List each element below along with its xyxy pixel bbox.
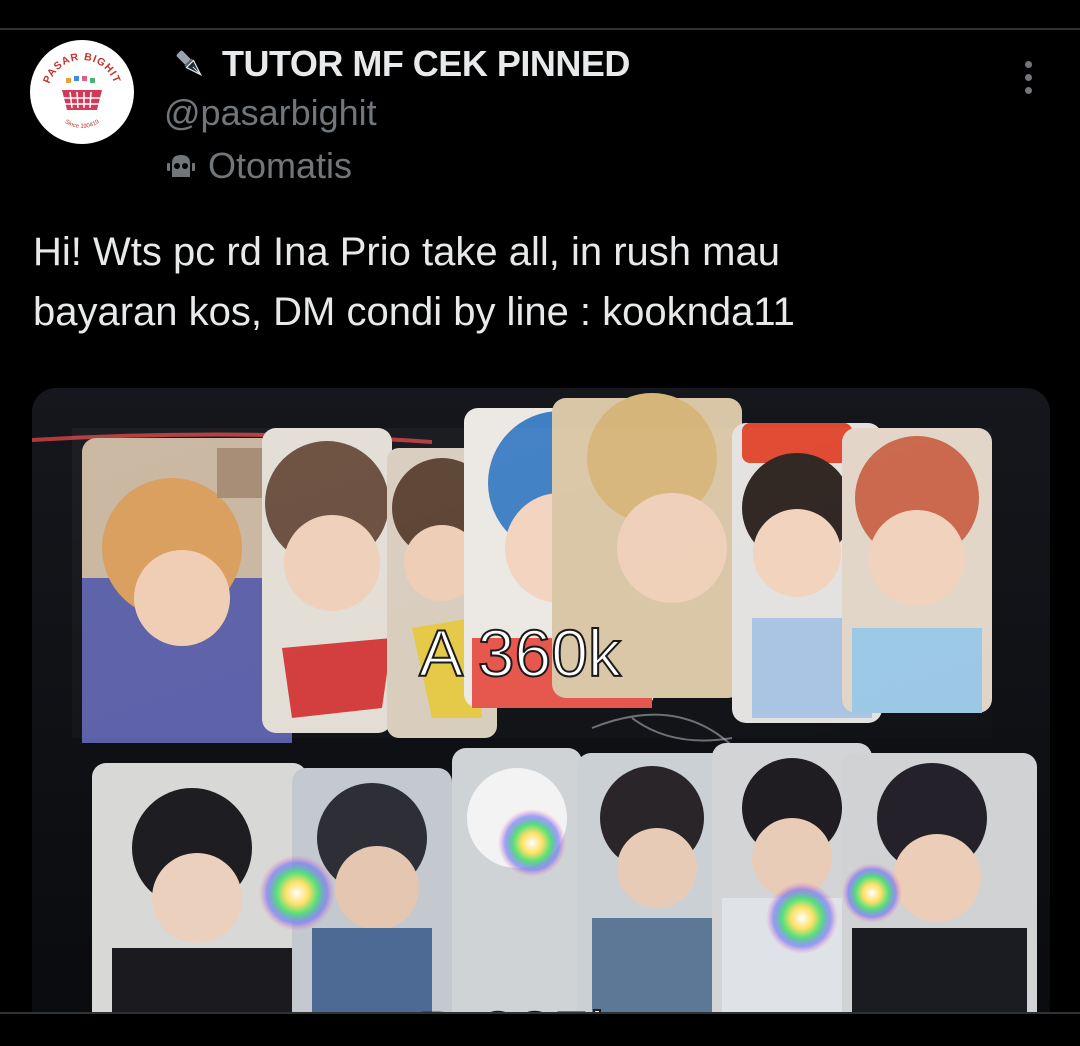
avatar[interactable]: PASAR BIGHIT Since 190419 (30, 40, 134, 144)
automated-label: Otomatis (208, 145, 353, 186)
price-label-a: A 360k (419, 616, 622, 690)
bottom-bar (0, 1012, 1080, 1046)
photocards-image: A 360k (32, 388, 1050, 1028)
fountain-pen-icon (176, 50, 202, 76)
tweet-text: Hi! Wts pc rd Ina Prio take all, in rush… (33, 230, 795, 334)
display-name[interactable]: TUTOR MF CEK PINNED (222, 43, 630, 85)
tweet-media-photo[interactable]: A 360k (32, 388, 1050, 1028)
top-card-row (72, 393, 992, 743)
more-options-button[interactable] (1004, 52, 1052, 102)
automated-badge[interactable]: Otomatis (164, 144, 352, 188)
bottom-card-row (92, 743, 1037, 1028)
display-name-row[interactable]: TUTOR MF CEK PINNED (172, 42, 630, 86)
avatar-logo: PASAR BIGHIT Since 190419 (32, 42, 132, 142)
basket-icon (62, 90, 102, 110)
user-handle[interactable]: @pasarbighit (164, 92, 377, 134)
robot-icon (167, 155, 195, 177)
top-divider (0, 28, 1080, 30)
more-vertical-icon (1024, 60, 1032, 68)
